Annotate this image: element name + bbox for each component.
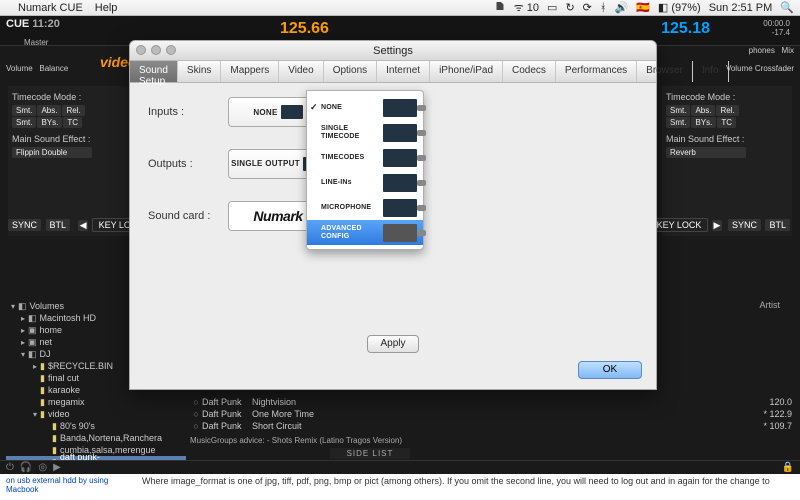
outputs-label: Outputs : [148,158,228,170]
inputs-label: Inputs : [148,106,228,118]
ok-button[interactable]: OK [578,361,642,379]
tree-item[interactable]: ▮megamix [6,396,186,408]
tab-skins[interactable]: Skins [178,61,221,82]
battery-icon[interactable]: ◧ (97%) [658,1,701,14]
apply-button[interactable]: Apply [367,335,419,353]
clock[interactable]: Sun 2:51 PM [709,2,773,14]
dropdown-item-single-timecode[interactable]: SINGLE TIMECODE [307,120,423,145]
display-icon[interactable]: ▭ [547,1,557,14]
deck-b-panel: Timecode Mode : Smt.Abs.Rel.Smt.BYs.TC M… [662,86,792,236]
tab-codecs[interactable]: Codecs [503,61,556,82]
master-label: Master [24,38,48,47]
prev-a[interactable]: ◀ [78,220,88,231]
tree-item[interactable]: ▮80's 90's [6,420,186,432]
tab-info[interactable]: Info [693,61,729,82]
dropdown-item-line-ins[interactable]: LINE-INs [307,170,423,195]
bluetooth-icon[interactable]: ᚼ [600,2,607,14]
background-page: on usb external hdd by using Macbook Whe… [0,474,800,500]
sync-button-a[interactable]: SYNC [8,219,41,231]
timecode-mode-rel[interactable]: Rel. [716,105,738,116]
track-row[interactable]: ○Daft PunkOne More Time* 122.9 [190,408,792,420]
dropdown-item-timecodes[interactable]: TIMECODES [307,145,423,170]
timecode-mode-smt[interactable]: Smt. [12,105,36,116]
sync-icon[interactable]: ⟳ [583,1,592,14]
tab-performances[interactable]: Performances [556,61,637,82]
deck-a-panel: Timecode Mode : Smt.Abs.Rel.Smt.BYs.TC M… [8,86,138,236]
menubar-help[interactable]: Help [95,2,118,14]
tree-item[interactable]: ▾▮video [6,408,186,420]
track-row[interactable]: ○Daft PunkShort Circuit* 109.7 [190,420,792,432]
tab-video[interactable]: Video [279,61,323,82]
timecode-mode-abs[interactable]: Abs. [691,105,715,116]
sync-button-b[interactable]: SYNC [728,219,761,231]
tab-iphone-ipad[interactable]: iPhone/iPad [430,61,503,82]
evernote-icon[interactable] [494,0,506,15]
minimize-icon[interactable] [151,45,161,55]
soundcard-label: Sound card : [148,210,228,222]
timecode-mode-bys[interactable]: BYs. [37,117,62,128]
timecode-mode-bys[interactable]: BYs. [691,117,716,128]
close-icon[interactable] [136,45,146,55]
tree-item[interactable]: ▮Banda,Nortena,Ranchera [6,432,186,444]
effect-select-a[interactable]: Flippin Double [12,147,92,158]
dropdown-item-none[interactable]: ✓NONE [307,95,423,120]
flag-icon[interactable]: 🇪🇸 [636,1,650,14]
bottom-toolbar: ⏻ 🎧 ◎ ▶ 🔒 [0,460,800,474]
effect-select-b[interactable]: Reverb [666,147,746,158]
timecode-mode-tc[interactable]: TC [63,117,82,128]
timemachine-icon[interactable]: ↻ [565,1,574,14]
inputs-dropdown-menu[interactable]: ✓NONESINGLE TIMECODETIMECODESLINE-INsMIC… [306,90,424,250]
timecode-mode-smt[interactable]: Smt. [666,105,690,116]
dropdown-item-microphone[interactable]: MICROPHONE [307,195,423,220]
tab-options[interactable]: Options [324,61,377,82]
tab-internet[interactable]: Internet [377,61,430,82]
off-icon[interactable]: ⏻ [6,462,14,473]
target-icon[interactable]: ◎ [38,462,47,473]
tab-sound-setup[interactable]: Sound Setup [130,61,178,82]
volume-icon[interactable]: 🔊 [615,1,629,14]
play-icon[interactable]: ▶ [53,462,61,473]
spotlight-icon[interactable]: 🔍 [780,1,794,14]
btl-button-b[interactable]: BTL [765,219,790,231]
sidelist-label[interactable]: SIDE LIST [330,448,410,459]
deck-b-bpm: 125.18 [661,20,710,38]
zoom-icon[interactable] [166,45,176,55]
next-b[interactable]: ▶ [712,220,722,231]
timecode-mode-smt[interactable]: Smt. [666,117,690,128]
timecode-mode-tc[interactable]: TC [717,117,736,128]
music-advice: MusicGroups advice: - Shots Remix (Latin… [190,436,792,445]
dropdown-item-advanced-config[interactable]: ADVANCED CONFIG [307,220,423,245]
timecode-mode-smt[interactable]: Smt. [12,117,36,128]
settings-tabs: Sound SetupSkinsMappersVideoOptionsInter… [130,61,656,83]
settings-title: Settings [373,45,413,57]
keylock-b[interactable]: KEY LOCK [650,218,709,232]
tab-mappers[interactable]: Mappers [221,61,279,82]
tab-browser[interactable]: Browser [637,61,693,82]
track-row[interactable]: ○Daft PunkNightvision120.0 [190,396,792,408]
wifi-icon[interactable]: ᯤ 10 [514,0,539,15]
lock-icon[interactable]: 🔒 [782,462,794,473]
timecode-mode-abs[interactable]: Abs. [37,105,61,116]
headphone-icon[interactable]: 🎧 [20,462,32,473]
menubar-app[interactable]: Numark CUE [18,2,83,14]
btl-button-a[interactable]: BTL [46,219,71,231]
column-artist-header: Artist [759,300,780,310]
mac-menubar: Numark CUE Help ᯤ 10 ▭ ↻ ⟳ ᚼ 🔊 🇪🇸 ◧ (97%… [0,0,800,16]
deck-a-bpm: 125.66 [280,20,329,38]
timecode-mode-rel[interactable]: Rel. [62,105,84,116]
track-list[interactable]: ○Daft PunkNightvision120.0○Daft PunkOne … [190,396,792,445]
